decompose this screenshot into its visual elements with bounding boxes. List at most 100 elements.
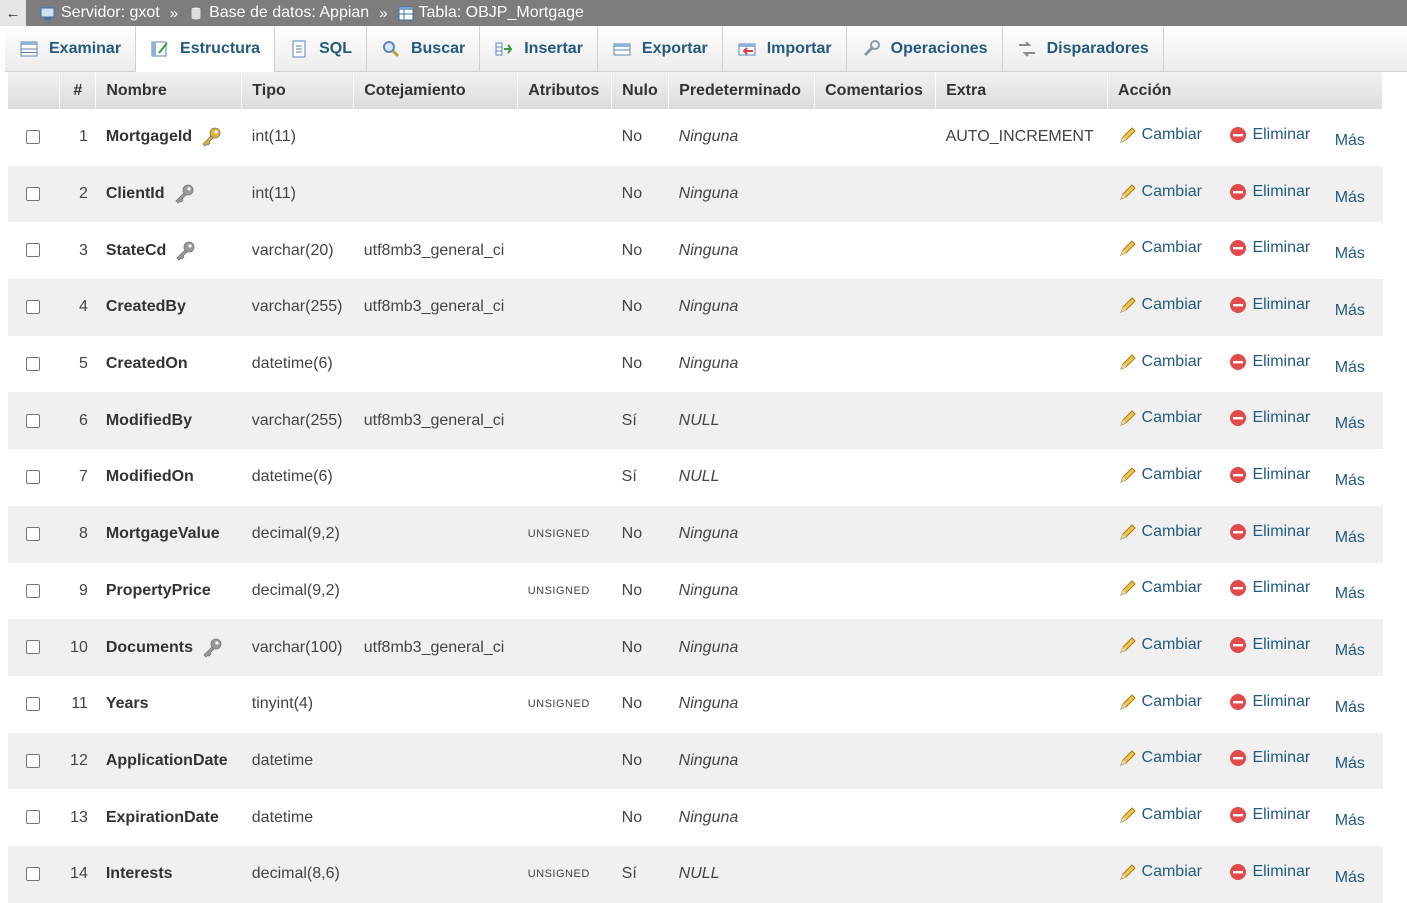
- row-checkbox[interactable]: [26, 356, 40, 371]
- drop-button[interactable]: Eliminar: [1228, 748, 1310, 768]
- drop-button[interactable]: Eliminar: [1228, 522, 1310, 542]
- row-actions: Cambiar Eliminar Más: [1107, 562, 1383, 620]
- drop-button[interactable]: Eliminar: [1228, 295, 1310, 315]
- drop-button[interactable]: Eliminar: [1228, 125, 1310, 145]
- browse-icon: [20, 41, 38, 57]
- drop-button[interactable]: Eliminar: [1228, 862, 1310, 882]
- more-link[interactable]: Más: [1335, 245, 1365, 262]
- change-button[interactable]: Cambiar: [1118, 692, 1202, 712]
- header-attributes[interactable]: Atributos: [517, 72, 613, 109]
- change-button[interactable]: Cambiar: [1118, 522, 1202, 542]
- more-link[interactable]: Más: [1335, 699, 1365, 716]
- drop-button[interactable]: Eliminar: [1228, 805, 1310, 825]
- drop-label: Eliminar: [1252, 465, 1311, 483]
- change-button[interactable]: Cambiar: [1118, 578, 1202, 598]
- more-link[interactable]: Más: [1335, 642, 1365, 659]
- row-comments: [814, 279, 936, 336]
- change-button[interactable]: Cambiar: [1118, 465, 1202, 485]
- tab-sql[interactable]: SQL: [275, 26, 367, 72]
- row-checkbox[interactable]: [26, 243, 40, 258]
- tab-disparadores[interactable]: Disparadores: [1003, 26, 1164, 72]
- row-checkbox[interactable]: [26, 130, 40, 145]
- drop-button[interactable]: Eliminar: [1228, 465, 1310, 485]
- breadcrumb-table[interactable]: Tabla: OBJP_Mortgage: [398, 4, 584, 22]
- tab-insertar[interactable]: Insertar: [480, 26, 598, 72]
- drop-button[interactable]: Eliminar: [1228, 635, 1310, 655]
- row-extra: [935, 449, 1108, 506]
- drop-label: Eliminar: [1252, 182, 1311, 200]
- row-checkbox[interactable]: [26, 810, 40, 825]
- tab-examinar[interactable]: Examinar: [5, 26, 137, 72]
- drop-button[interactable]: Eliminar: [1228, 692, 1310, 712]
- row-type: datetime(6): [241, 335, 354, 393]
- tab-exportar[interactable]: Exportar: [598, 26, 723, 72]
- row-attributes: UNSIGNED: [517, 845, 612, 903]
- drop-label: Eliminar: [1252, 692, 1311, 710]
- more-link[interactable]: Más: [1335, 302, 1365, 319]
- change-button[interactable]: Cambiar: [1118, 635, 1202, 655]
- row-checkbox[interactable]: [26, 583, 40, 598]
- more-link[interactable]: Más: [1335, 132, 1365, 149]
- more-link[interactable]: Más: [1335, 585, 1365, 602]
- tab-operaciones[interactable]: Operaciones: [847, 26, 1003, 72]
- breadcrumb-server-label: Servidor: gxot: [61, 4, 160, 21]
- tab-buscar[interactable]: Buscar: [367, 26, 481, 72]
- tab-label: Insertar: [524, 40, 583, 57]
- drop-button[interactable]: Eliminar: [1228, 352, 1310, 372]
- tab-importar[interactable]: Importar: [723, 26, 847, 72]
- drop-button[interactable]: Eliminar: [1228, 408, 1310, 428]
- breadcrumb-server[interactable]: Servidor: gxot: [40, 4, 160, 22]
- drop-button[interactable]: Eliminar: [1228, 238, 1310, 258]
- row-checkbox[interactable]: [26, 526, 40, 541]
- tab-label: Disparadores: [1046, 40, 1149, 57]
- change-button[interactable]: Cambiar: [1118, 352, 1202, 372]
- more-link[interactable]: Más: [1335, 812, 1365, 829]
- more-link[interactable]: Más: [1335, 472, 1365, 489]
- header-null[interactable]: Nulo: [611, 72, 670, 109]
- more-link[interactable]: Más: [1335, 529, 1365, 546]
- row-name: ModifiedBy: [105, 411, 193, 429]
- more-link[interactable]: Más: [1335, 359, 1365, 376]
- change-button[interactable]: Cambiar: [1118, 295, 1202, 315]
- row-collation: utf8mb3_general_ci: [353, 619, 518, 676]
- row-checkbox[interactable]: [26, 186, 40, 201]
- change-button[interactable]: Cambiar: [1118, 238, 1202, 258]
- more-link[interactable]: Más: [1335, 415, 1365, 432]
- more-link[interactable]: Más: [1335, 755, 1365, 772]
- header-default[interactable]: Predeterminado: [668, 72, 816, 109]
- row-checkbox[interactable]: [26, 300, 40, 315]
- header-comments[interactable]: Comentarios: [814, 72, 937, 109]
- row-checkbox[interactable]: [26, 413, 40, 428]
- row-extra: [935, 505, 1108, 563]
- change-button[interactable]: Cambiar: [1118, 182, 1202, 202]
- row-checkbox[interactable]: [26, 470, 40, 485]
- header-num[interactable]: #: [59, 72, 97, 109]
- back-arrow-icon[interactable]: ←: [0, 0, 26, 26]
- row-checkbox[interactable]: [26, 753, 40, 768]
- drop-icon: [1230, 240, 1247, 257]
- row-type: datetime: [241, 789, 354, 846]
- drop-button[interactable]: Eliminar: [1228, 578, 1310, 598]
- header-collation[interactable]: Cotejamiento: [353, 72, 519, 109]
- row-checkbox[interactable]: [26, 696, 40, 711]
- row-name-cell: MortgageId: [95, 109, 242, 166]
- header-type[interactable]: Tipo: [241, 72, 355, 109]
- header-name[interactable]: Nombre: [95, 72, 243, 109]
- change-button[interactable]: Cambiar: [1118, 125, 1202, 145]
- change-button[interactable]: Cambiar: [1118, 748, 1202, 768]
- row-actions: Cambiar Eliminar Más: [1107, 619, 1383, 676]
- change-button[interactable]: Cambiar: [1118, 408, 1202, 428]
- breadcrumb-database[interactable]: Base de datos: Appian: [188, 4, 369, 22]
- row-comments: [814, 845, 936, 903]
- change-button[interactable]: Cambiar: [1118, 862, 1202, 882]
- more-link[interactable]: Más: [1335, 189, 1365, 206]
- row-num: 14: [59, 845, 96, 903]
- more-link[interactable]: Más: [1335, 869, 1365, 886]
- drop-button[interactable]: Eliminar: [1228, 182, 1310, 202]
- table-row: 3 StateCd varchar(20) utf8mb3_general_ci…: [8, 222, 1383, 280]
- row-checkbox[interactable]: [26, 867, 40, 882]
- tab-estructura[interactable]: Estructura: [136, 26, 276, 72]
- change-button[interactable]: Cambiar: [1118, 805, 1202, 825]
- row-checkbox[interactable]: [26, 640, 40, 655]
- header-extra[interactable]: Extra: [935, 72, 1109, 109]
